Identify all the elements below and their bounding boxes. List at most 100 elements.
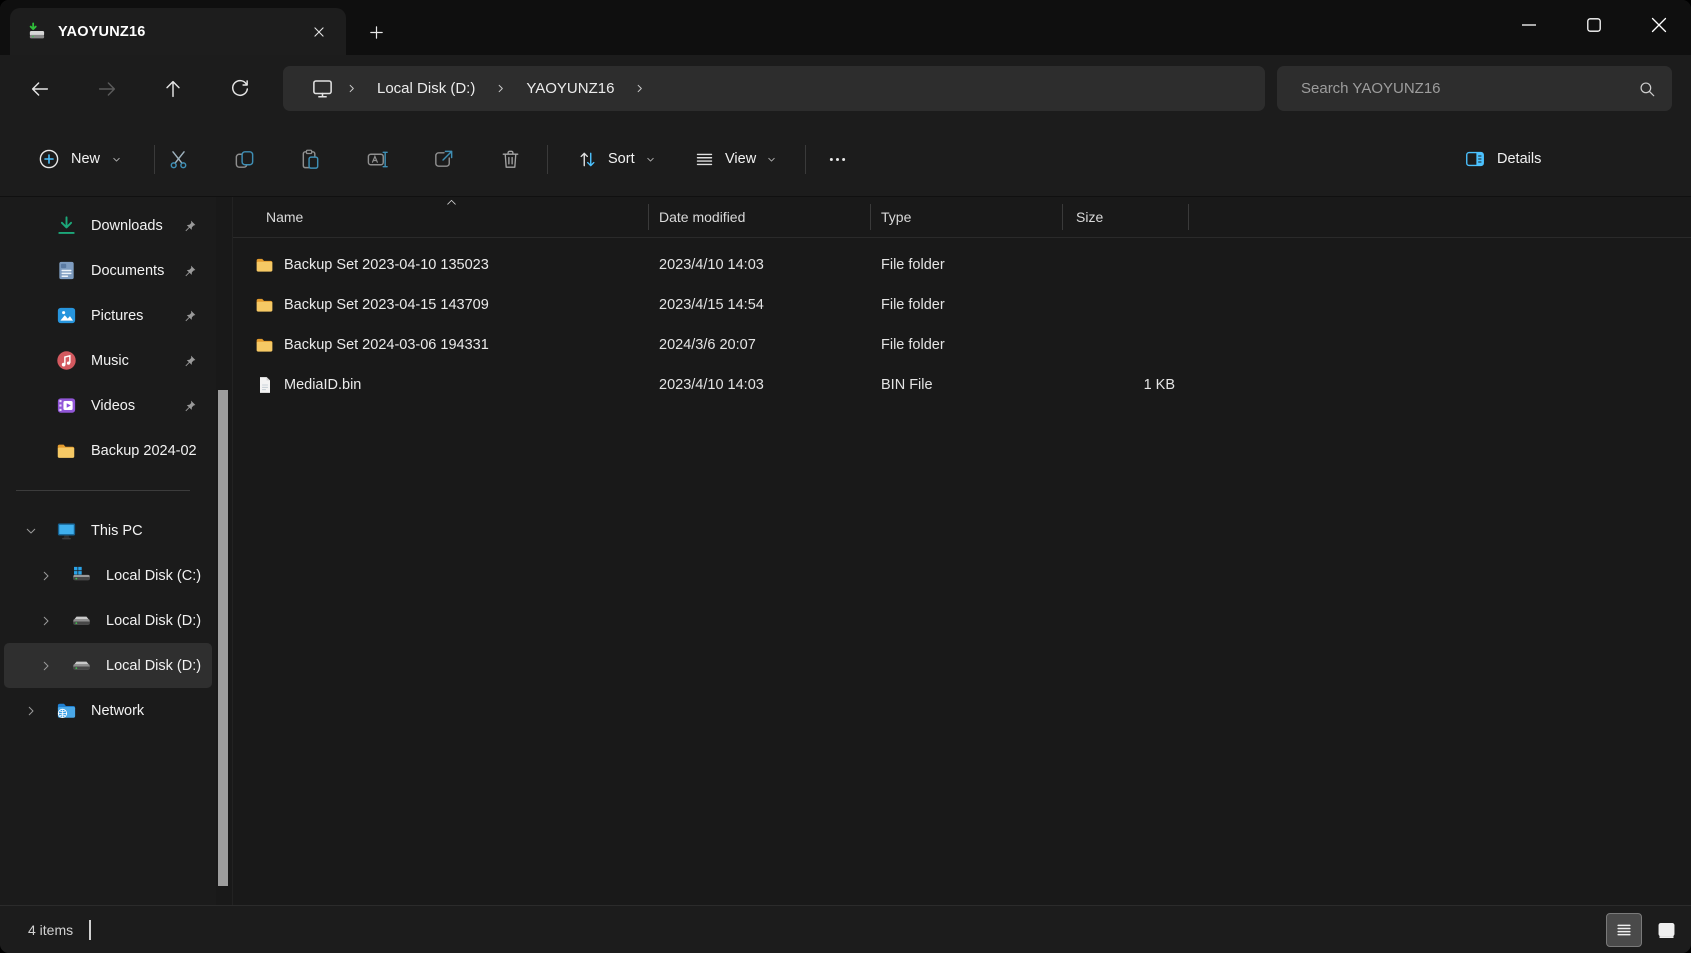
sidebar-item-network[interactable]: Network: [4, 688, 212, 733]
item-count: 4 items: [28, 922, 73, 938]
breadcrumb-chevron-icon[interactable]: [491, 83, 510, 94]
search-icon[interactable]: [1638, 80, 1656, 98]
chevron-right-icon[interactable]: [35, 660, 69, 672]
sidebar-item-music[interactable]: Music: [4, 338, 212, 383]
pin-icon: [183, 309, 197, 323]
sidebar-item-label: Music: [91, 353, 129, 369]
file-name: Backup Set 2023-04-15 143709: [284, 297, 489, 313]
this-pc-monitor-icon[interactable]: [307, 77, 338, 100]
chevron-down-icon[interactable]: [20, 525, 54, 537]
up-button[interactable]: [153, 69, 193, 109]
pictures-icon: [54, 304, 78, 328]
column-header-size[interactable]: Size: [1063, 197, 1189, 237]
file-date-cell: 2023/4/15 14:54: [649, 297, 871, 313]
music-icon: [54, 349, 78, 373]
sidebar-item-documents[interactable]: Documents: [4, 248, 212, 293]
folder-icon: [54, 439, 78, 463]
file-name: Backup Set 2024-03-06 194331: [284, 337, 489, 353]
back-button[interactable]: [20, 69, 60, 109]
sidebar-item-this-pc[interactable]: This PC: [4, 508, 212, 553]
sidebar-item-local-disk-c[interactable]: Local Disk (C:): [4, 553, 212, 598]
toolbar-divider: [547, 145, 548, 174]
thumbnail-view-icon[interactable]: [1648, 913, 1684, 947]
sidebar-item-label: Downloads: [91, 218, 163, 234]
sidebar-item-label: Backup 2024-02: [91, 443, 197, 459]
tab-title: YAOYUNZ16: [58, 24, 292, 40]
maximize-icon[interactable]: [1561, 0, 1626, 50]
share-button[interactable]: [421, 137, 465, 181]
documents-icon: [54, 259, 78, 283]
file-name-cell: MediaID.bin: [233, 375, 649, 396]
sidebar-item-local-disk-d[interactable]: Local Disk (D:): [4, 643, 212, 688]
file-name-cell: Backup Set 2023-04-10 135023: [233, 255, 649, 276]
breadcrumb-chevron-icon[interactable]: [630, 83, 649, 94]
delete-button[interactable]: [488, 137, 532, 181]
sidebar-item-label: Local Disk (C:): [106, 568, 201, 584]
file-size-cell: 1 KB: [1063, 377, 1189, 393]
column-header-name[interactable]: Name: [233, 197, 649, 237]
minimize-icon[interactable]: [1496, 0, 1561, 50]
forward-button[interactable]: [87, 69, 127, 109]
address-bar[interactable]: Local Disk (D:) YAOYUNZ16: [283, 66, 1265, 111]
breadcrumb-chevron-icon[interactable]: [342, 83, 361, 94]
file-date-cell: 2024/3/6 20:07: [649, 337, 871, 353]
sidebar-item-local-disk-d[interactable]: Local Disk (D:): [4, 598, 212, 643]
sidebar-item-downloads[interactable]: Downloads: [4, 203, 212, 248]
cut-button[interactable]: [156, 137, 200, 181]
view-button[interactable]: View: [682, 139, 789, 179]
downloads-icon: [54, 214, 78, 238]
toolbar-divider: [805, 145, 806, 174]
chevron-right-icon[interactable]: [20, 705, 54, 717]
breadcrumb-segment[interactable]: Local Disk (D:): [365, 74, 487, 103]
table-row[interactable]: Backup Set 2023-04-10 1350232023/4/10 14…: [233, 245, 1691, 285]
sidebar-scrollbar[interactable]: [218, 390, 228, 886]
sidebar-item-backup-2024-02[interactable]: Backup 2024-02: [4, 428, 212, 473]
pin-icon: [183, 399, 197, 413]
new-button[interactable]: New: [25, 139, 135, 179]
pin-icon: [183, 264, 197, 278]
more-options-button[interactable]: [815, 137, 859, 181]
paste-button[interactable]: [288, 137, 332, 181]
refresh-button[interactable]: [220, 69, 260, 109]
sidebar-item-label: Pictures: [91, 308, 143, 324]
copy-button[interactable]: [222, 137, 266, 181]
sidebar-item-videos[interactable]: Videos: [4, 383, 212, 428]
sidebar-item-label: Local Disk (D:): [106, 613, 201, 629]
rename-button[interactable]: [355, 137, 399, 181]
sidebar-item-pictures[interactable]: Pictures: [4, 293, 212, 338]
search-box[interactable]: [1277, 66, 1672, 111]
close-icon[interactable]: [1626, 0, 1691, 50]
videos-icon: [54, 394, 78, 418]
file-icon: [254, 375, 275, 396]
details-button[interactable]: Details: [1452, 139, 1553, 179]
explorer-tab[interactable]: YAOYUNZ16: [10, 8, 346, 55]
pin-icon: [183, 219, 197, 233]
new-tab-button[interactable]: [360, 16, 392, 48]
column-header-date-modified[interactable]: Date modified: [649, 197, 871, 237]
file-rows: Backup Set 2023-04-10 135023 2023/4/10 14…: [233, 245, 1691, 405]
file-date-cell: 2023/4/10 14:03: [649, 377, 871, 393]
navigation-pane: Downloads Documents Pictures Music Videos Bac…: [0, 197, 216, 905]
folder-icon: [254, 295, 275, 316]
column-header-type[interactable]: Type: [871, 197, 1063, 237]
command-toolbar: New Sort: [0, 122, 1691, 197]
file-type-cell: BIN File: [871, 377, 1063, 393]
window-controls: [1496, 0, 1691, 50]
file-name: MediaID.bin: [284, 377, 361, 393]
table-row[interactable]: Backup Set 2024-03-06 194331 2024/3/6 20:…: [233, 325, 1691, 365]
breadcrumb-segment[interactable]: YAOYUNZ16: [514, 74, 626, 103]
file-type-cell: File folder: [871, 337, 1063, 353]
tab-close-icon[interactable]: [304, 17, 334, 47]
new-button-label: New: [71, 151, 100, 167]
chevron-right-icon[interactable]: [35, 570, 69, 582]
table-row[interactable]: Backup Set 2023-04-15 143709 2023/4/15 14…: [233, 285, 1691, 325]
sort-button[interactable]: Sort: [565, 139, 668, 179]
sidebar-item-label: Local Disk (D:): [106, 658, 201, 674]
table-row[interactable]: MediaID.bin 2023/4/10 14:03BIN File1 KB: [233, 365, 1691, 405]
this-pc-icon: [54, 519, 78, 543]
os-disk-icon: [69, 564, 93, 588]
details-view-icon[interactable]: [1606, 913, 1642, 947]
chevron-right-icon[interactable]: [35, 615, 69, 627]
sidebar-item-label: This PC: [91, 523, 143, 539]
search-input[interactable]: [1299, 79, 1638, 98]
